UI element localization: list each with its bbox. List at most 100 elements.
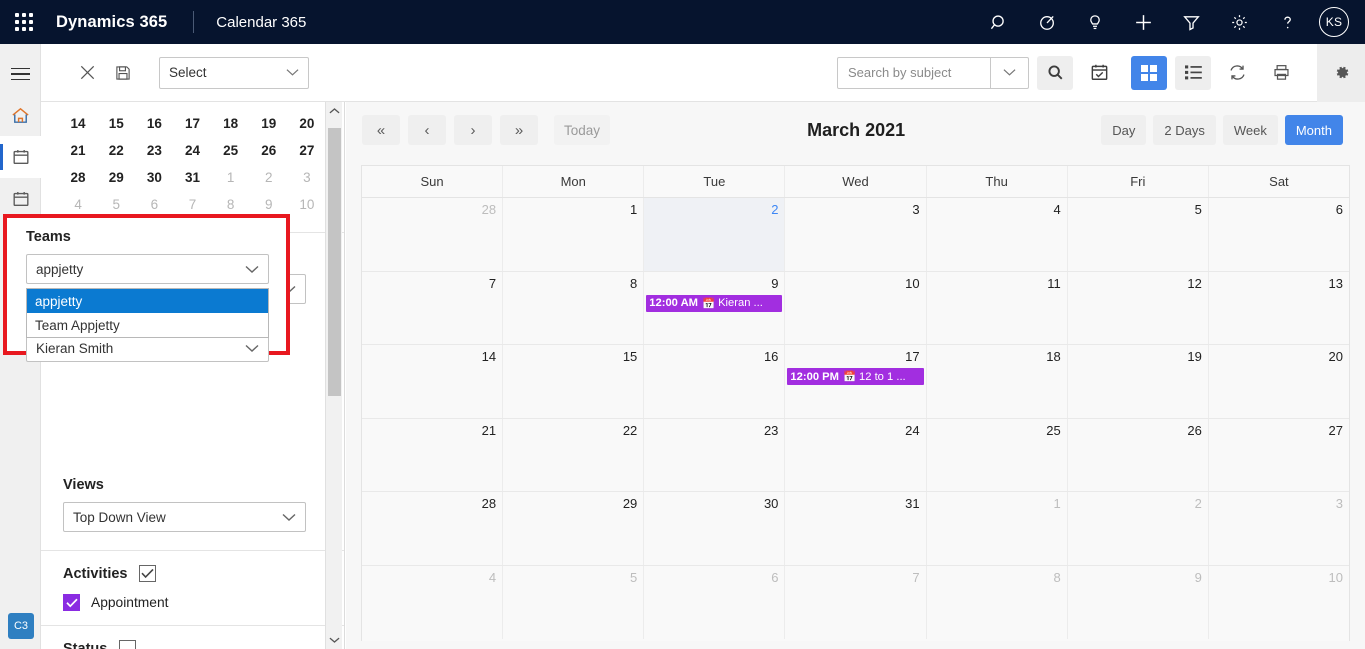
sidebar-item-calendar[interactable] — [0, 136, 41, 178]
mini-calendar-day[interactable]: 10 — [288, 191, 326, 218]
nav-next-button[interactable]: › — [454, 115, 492, 145]
plus-icon[interactable] — [1119, 0, 1167, 44]
day-cell[interactable]: 9 12:00 AM 📅 Kieran ... — [644, 271, 786, 344]
day-cell-today[interactable]: 2 — [644, 198, 786, 271]
day-cell[interactable]: 29 — [503, 492, 645, 565]
grid-view-button[interactable] — [1131, 55, 1167, 90]
settings-button[interactable] — [1317, 43, 1365, 102]
day-cell[interactable]: 7 — [362, 271, 504, 344]
teams-dropdown-option-team-appjetty[interactable]: Team Appjetty — [27, 313, 268, 337]
nav-last-button[interactable]: » — [500, 115, 538, 145]
mini-calendar-day[interactable]: 22 — [97, 137, 135, 164]
day-cell[interactable]: 18 — [927, 345, 1068, 418]
scroll-up-icon[interactable] — [326, 102, 342, 120]
mini-calendar-day[interactable]: 18 — [212, 110, 250, 137]
close-icon[interactable] — [69, 56, 105, 90]
mini-calendar-day[interactable]: 15 — [97, 110, 135, 137]
help-icon[interactable] — [1263, 0, 1311, 44]
day-cell[interactable]: 21 — [362, 418, 504, 491]
filter-icon[interactable] — [1167, 0, 1215, 44]
sidebar-scrollbar-thumb[interactable] — [328, 128, 341, 396]
search-options-chevron-down-icon[interactable] — [990, 57, 1028, 88]
nav-prev-button[interactable]: ‹ — [408, 115, 446, 145]
calendar-event[interactable]: 12:00 PM 📅 12 to 1 ... — [787, 368, 924, 385]
status-badge[interactable]: C3 — [8, 613, 34, 639]
day-cell[interactable]: 11 — [927, 271, 1068, 344]
app-launcher-icon[interactable] — [0, 0, 48, 44]
day-cell[interactable]: 3 — [785, 198, 927, 271]
day-cell[interactable]: 1 — [927, 492, 1068, 565]
scroll-down-icon[interactable] — [326, 631, 343, 649]
lightbulb-icon[interactable] — [1071, 0, 1119, 44]
nav-first-button[interactable]: « — [362, 115, 400, 145]
views-select[interactable]: Top Down View — [63, 502, 306, 532]
mini-calendar-day[interactable]: 31 — [173, 164, 211, 191]
day-cell[interactable]: 12 — [1068, 271, 1209, 344]
day-cell[interactable]: 4 — [362, 565, 504, 639]
mini-calendar-day[interactable]: 14 — [59, 110, 97, 137]
day-cell[interactable]: 16 — [644, 345, 786, 418]
day-cell[interactable]: 6 — [644, 565, 786, 639]
mini-calendar-day[interactable]: 16 — [135, 110, 173, 137]
view-week-button[interactable]: Week — [1222, 115, 1278, 145]
mini-calendar-day[interactable]: 20 — [288, 110, 326, 137]
view-2days-button[interactable]: 2 Days — [1153, 115, 1216, 145]
day-cell[interactable]: 15 — [503, 345, 645, 418]
teams-dropdown-option-appjetty[interactable]: appjetty — [27, 289, 268, 313]
appointment-checkbox[interactable] — [63, 594, 80, 611]
mini-calendar-day[interactable]: 17 — [173, 110, 211, 137]
assistant-icon[interactable] — [1023, 0, 1071, 44]
mini-calendar-day[interactable]: 24 — [173, 137, 211, 164]
mini-calendar-day[interactable]: 19 — [250, 110, 288, 137]
save-icon[interactable] — [105, 56, 141, 90]
day-cell[interactable]: 3 — [1209, 492, 1349, 565]
avatar[interactable]: KS — [1319, 7, 1349, 37]
day-cell[interactable]: 13 — [1209, 272, 1349, 345]
day-cell[interactable]: 25 — [927, 418, 1068, 491]
day-cell[interactable]: 10 — [1209, 566, 1349, 640]
mini-calendar-day[interactable]: 23 — [135, 137, 173, 164]
day-cell[interactable]: 17 12:00 PM 📅 12 to 1 ... — [785, 345, 927, 418]
mini-calendar-day[interactable]: 28 — [59, 164, 97, 191]
select-dropdown[interactable]: Select — [159, 56, 309, 89]
mini-calendar-day[interactable]: 27 — [288, 137, 326, 164]
mini-calendar-day[interactable]: 3 — [288, 164, 326, 191]
mini-calendar-day[interactable]: 1 — [212, 164, 250, 191]
day-cell[interactable]: 14 — [362, 345, 504, 418]
home-icon[interactable] — [0, 94, 41, 136]
day-cell[interactable]: 5 — [1068, 198, 1209, 271]
mini-calendar-day[interactable]: 25 — [212, 137, 250, 164]
day-cell[interactable]: 20 — [1209, 345, 1349, 418]
view-month-button[interactable]: Month — [1284, 115, 1343, 145]
mini-calendar-day[interactable]: 21 — [59, 137, 97, 164]
activities-checkbox[interactable] — [139, 565, 157, 582]
day-cell[interactable]: 10 — [785, 271, 927, 344]
mini-calendar-day[interactable]: 29 — [97, 164, 135, 191]
status-checkbox[interactable] — [119, 640, 137, 649]
day-cell[interactable]: 2 — [1068, 492, 1209, 565]
day-cell[interactable]: 1 — [503, 198, 645, 271]
list-view-button[interactable] — [1175, 55, 1211, 90]
day-cell[interactable]: 28 — [362, 198, 504, 271]
calendar-check-button[interactable] — [1081, 56, 1117, 90]
day-cell[interactable]: 28 — [362, 492, 504, 565]
activity-item-appointment[interactable]: Appointment — [63, 594, 324, 611]
day-cell[interactable]: 8 — [503, 271, 645, 344]
calendar-event[interactable]: 12:00 AM 📅 Kieran ... — [646, 294, 783, 312]
day-cell[interactable]: 26 — [1068, 418, 1209, 491]
mini-calendar-day[interactable]: 26 — [250, 137, 288, 164]
resource-person-select[interactable]: Kieran Smith — [26, 334, 269, 362]
print-button[interactable] — [1263, 56, 1299, 90]
day-cell[interactable]: 24 — [785, 418, 927, 491]
search-input[interactable] — [838, 57, 990, 88]
hamburger-icon[interactable] — [0, 54, 41, 94]
mini-calendar-day[interactable]: 2 — [250, 164, 288, 191]
gear-icon[interactable] — [1215, 0, 1263, 44]
view-day-button[interactable]: Day — [1101, 115, 1147, 145]
day-cell[interactable]: 31 — [785, 492, 927, 565]
day-cell[interactable]: 22 — [503, 418, 645, 491]
day-cell[interactable]: 9 — [1068, 565, 1209, 639]
refresh-button[interactable] — [1219, 56, 1255, 90]
day-cell[interactable]: 8 — [927, 565, 1068, 639]
search-icon[interactable] — [975, 0, 1023, 44]
